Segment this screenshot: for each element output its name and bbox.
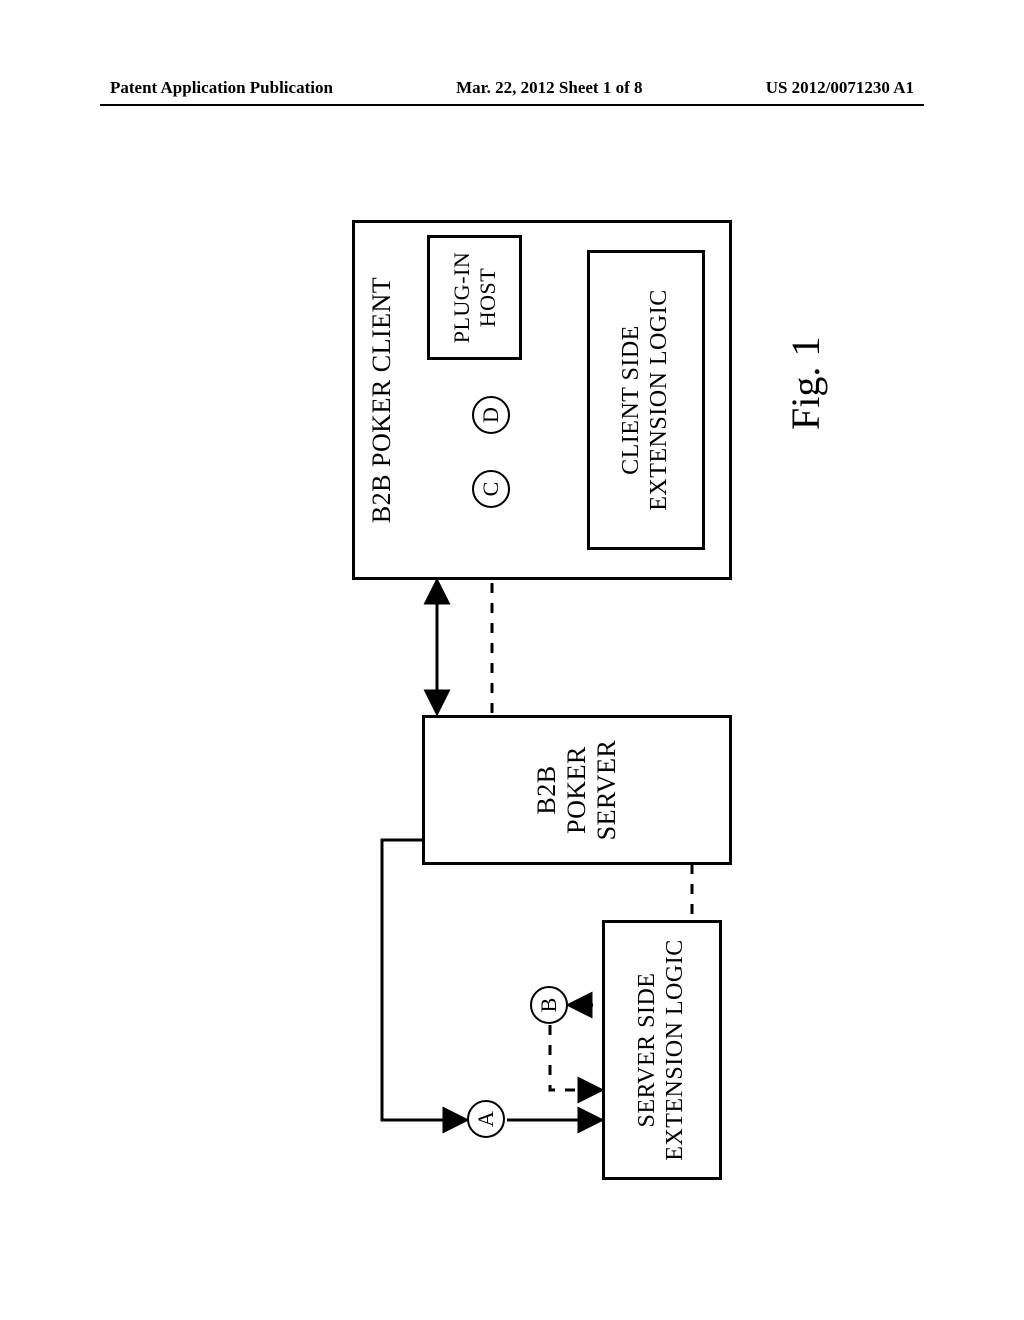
header-left: Patent Application Publication [110, 78, 333, 98]
label-a: A [467, 1100, 505, 1138]
client-title: B2B POKER CLIENT [367, 223, 397, 577]
plugin-host-box: PLUG-INHOST [427, 235, 522, 360]
b2b-poker-server-box: B2B POKER SERVER [422, 715, 732, 865]
server-side-extension-box: SERVER SIDEEXTENSION LOGIC [602, 920, 722, 1180]
page-header: Patent Application Publication Mar. 22, … [0, 78, 1024, 98]
client-side-extension-box: CLIENT SIDEEXTENSION LOGIC [587, 250, 705, 550]
header-center: Mar. 22, 2012 Sheet 1 of 8 [456, 78, 642, 98]
label-c: C [472, 470, 510, 508]
figure-caption: Fig. 1 [782, 337, 829, 430]
header-right: US 2012/0071230 A1 [766, 78, 914, 98]
label-d: D [472, 396, 510, 434]
figure-1: SERVER SIDEEXTENSION LOGIC B2B POKER SER… [172, 190, 852, 1210]
header-rule [100, 104, 924, 106]
label-b: B [530, 986, 568, 1024]
